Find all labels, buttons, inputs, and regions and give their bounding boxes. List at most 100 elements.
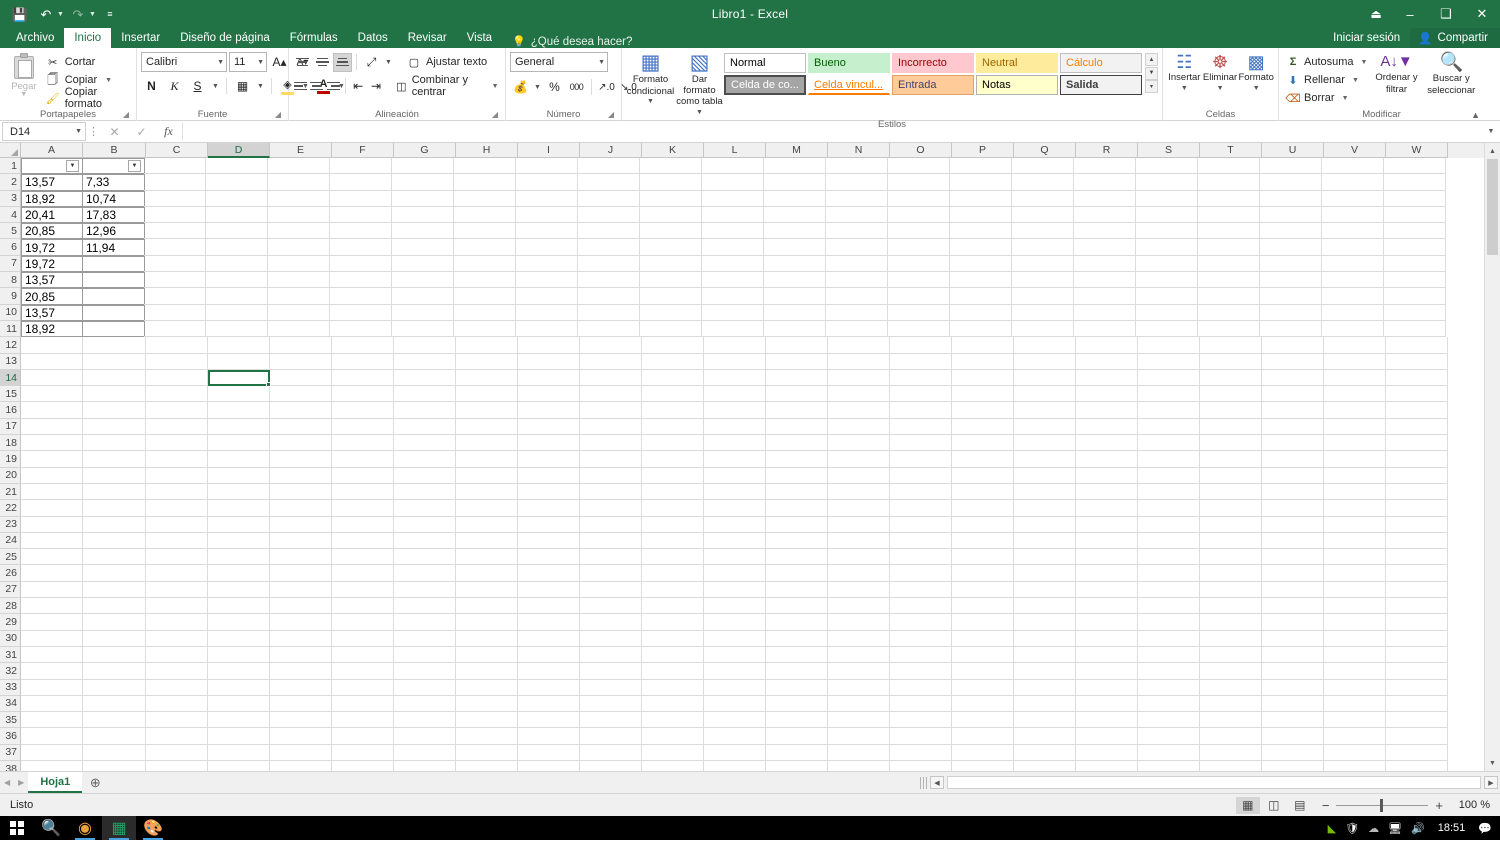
- cell-B13[interactable]: [83, 353, 146, 370]
- row-header-27[interactable]: 27: [0, 581, 21, 599]
- cell-G26[interactable]: [394, 565, 456, 582]
- cell-P9[interactable]: [950, 288, 1012, 305]
- cell-G4[interactable]: [392, 206, 454, 224]
- cell-N37[interactable]: [828, 744, 890, 761]
- cell-G24[interactable]: [394, 532, 456, 550]
- sort-filter-button[interactable]: A↓▼ Ordenar y filtrar: [1370, 51, 1422, 95]
- cell-N29[interactable]: [828, 614, 890, 631]
- cell-G2[interactable]: [392, 174, 454, 191]
- cell-Q4[interactable]: [1012, 206, 1074, 224]
- cell-U15[interactable]: [1262, 386, 1324, 403]
- cell-H11[interactable]: [454, 320, 516, 338]
- cell-H7[interactable]: [454, 255, 516, 273]
- cell-L10[interactable]: [702, 304, 764, 321]
- zoom-in-button[interactable]: +: [1435, 798, 1443, 813]
- cell-A23[interactable]: [21, 516, 83, 533]
- cell-B25[interactable]: [83, 549, 146, 566]
- vertical-scrollbar[interactable]: ▲ ▼: [1484, 143, 1500, 771]
- cell-V28[interactable]: [1324, 598, 1386, 615]
- cell-E26[interactable]: [270, 565, 332, 582]
- cell-N8[interactable]: [826, 272, 888, 289]
- row-header-18[interactable]: 18: [0, 435, 21, 452]
- cell-N20[interactable]: [828, 467, 890, 484]
- cell-G5[interactable]: [392, 223, 454, 240]
- cell-B38[interactable]: [83, 760, 146, 771]
- cell-V12[interactable]: [1324, 337, 1386, 354]
- row-header-6[interactable]: 6: [0, 239, 21, 256]
- cell-E33[interactable]: [270, 679, 332, 696]
- cell-S17[interactable]: [1138, 418, 1200, 436]
- cell-E35[interactable]: [270, 712, 332, 729]
- cell-M32[interactable]: [766, 663, 828, 680]
- cell-G14[interactable]: [394, 369, 456, 387]
- cell-F6[interactable]: [330, 239, 392, 256]
- cell-O15[interactable]: [890, 386, 952, 403]
- cell-S10[interactable]: [1136, 304, 1198, 321]
- page-break-preview-icon[interactable]: ▤: [1288, 797, 1312, 814]
- cell-H24[interactable]: [456, 532, 518, 550]
- cell-B4[interactable]: 17,83: [82, 206, 145, 224]
- cell-L23[interactable]: [704, 516, 766, 533]
- cell-Q6[interactable]: [1012, 239, 1074, 256]
- cell-F8[interactable]: [330, 272, 392, 289]
- cell-C7[interactable]: [144, 255, 206, 273]
- insert-function-icon[interactable]: fx: [155, 122, 182, 141]
- zoom-out-button[interactable]: −: [1322, 798, 1330, 813]
- cell-A37[interactable]: [21, 744, 83, 761]
- cell-H15[interactable]: [456, 386, 518, 403]
- cell-Q13[interactable]: [1014, 353, 1076, 370]
- align-right-icon[interactable]: [326, 77, 341, 96]
- cell-T11[interactable]: [1198, 320, 1260, 338]
- cell-B36[interactable]: [83, 728, 146, 745]
- tab-insertar[interactable]: Insertar: [111, 28, 170, 48]
- cell-P26[interactable]: [952, 565, 1014, 582]
- cell-K6[interactable]: [640, 239, 702, 256]
- cell-F38[interactable]: [332, 760, 394, 771]
- tell-me-search[interactable]: 💡 ¿Qué desea hacer?: [502, 35, 632, 49]
- cell-N9[interactable]: [826, 288, 888, 305]
- cell-S25[interactable]: [1138, 549, 1200, 566]
- cell-B20[interactable]: [83, 467, 146, 484]
- scrollbar-grip[interactable]: [920, 776, 927, 789]
- cell-T24[interactable]: [1200, 532, 1262, 550]
- cell-H8[interactable]: [454, 272, 516, 289]
- cell-D36[interactable]: [208, 728, 270, 745]
- cell-E25[interactable]: [270, 549, 332, 566]
- cell-G34[interactable]: [394, 695, 456, 713]
- cell-T15[interactable]: [1200, 386, 1262, 403]
- cell-U26[interactable]: [1262, 565, 1324, 582]
- cell-P1[interactable]: [950, 158, 1012, 175]
- cell-R26[interactable]: [1076, 565, 1138, 582]
- cell-T1[interactable]: [1198, 158, 1260, 175]
- column-header-C[interactable]: C: [146, 143, 208, 158]
- cell-T10[interactable]: [1198, 304, 1260, 321]
- cell-E23[interactable]: [270, 516, 332, 533]
- cell-H3[interactable]: [454, 190, 516, 207]
- column-header-Q[interactable]: Q: [1014, 143, 1076, 158]
- cell-E15[interactable]: [270, 386, 332, 403]
- cell-U6[interactable]: [1260, 239, 1322, 256]
- cell-G35[interactable]: [394, 712, 456, 729]
- cell-U9[interactable]: [1260, 288, 1322, 305]
- cell-D28[interactable]: [208, 598, 270, 615]
- cell-O34[interactable]: [890, 695, 952, 713]
- cell-E27[interactable]: [270, 581, 332, 599]
- cell-C25[interactable]: [146, 549, 208, 566]
- cell-F7[interactable]: [330, 255, 392, 273]
- cell-U31[interactable]: [1262, 646, 1324, 664]
- cell-C19[interactable]: [146, 451, 208, 468]
- cell-L31[interactable]: [704, 646, 766, 664]
- cell-I22[interactable]: [518, 500, 580, 517]
- cell-M2[interactable]: [764, 174, 826, 191]
- cell-R14[interactable]: [1076, 369, 1138, 387]
- cell-V38[interactable]: [1324, 760, 1386, 771]
- cell-L6[interactable]: [702, 239, 764, 256]
- cell-B33[interactable]: [83, 679, 146, 696]
- cell-Q2[interactable]: [1012, 174, 1074, 191]
- cell-R18[interactable]: [1076, 435, 1138, 452]
- scroll-right-icon[interactable]: ▶: [1484, 776, 1498, 789]
- cell-A32[interactable]: [21, 663, 83, 680]
- cell-F11[interactable]: [330, 320, 392, 338]
- cell-C23[interactable]: [146, 516, 208, 533]
- cell-P7[interactable]: [950, 255, 1012, 273]
